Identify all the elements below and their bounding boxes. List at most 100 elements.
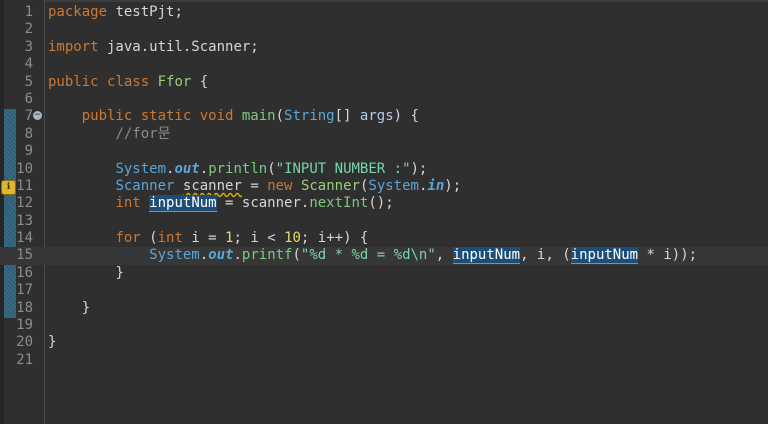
string-literal: "%d * %d = %d\n" bbox=[300, 247, 436, 264]
brace: { bbox=[199, 73, 209, 90]
keyword: public bbox=[48, 73, 99, 90]
keyword: int bbox=[115, 195, 141, 212]
code-line-10[interactable]: 10 System.out.println("INPUT NUMBER :"); bbox=[0, 161, 768, 178]
punct: = bbox=[241, 177, 268, 194]
line-number: 8 bbox=[24, 125, 33, 142]
class-ref: System bbox=[149, 247, 200, 264]
code-line-2[interactable]: 2 bbox=[0, 21, 768, 38]
static-field: out bbox=[174, 160, 200, 177]
class-name: Scanner bbox=[300, 177, 360, 194]
line-number: 19 bbox=[16, 317, 33, 334]
code-line-20[interactable]: 20} bbox=[0, 334, 768, 351]
class-name: Ffor bbox=[157, 73, 192, 90]
class-ref: System bbox=[115, 160, 167, 177]
highlighted-variable[interactable]: inputNum bbox=[570, 247, 639, 265]
code-line-18[interactable]: 18 } bbox=[0, 300, 768, 317]
code-line-4[interactable]: 4 bbox=[0, 56, 768, 73]
code-line-6[interactable]: 6 bbox=[0, 91, 768, 108]
method-name: main bbox=[241, 108, 276, 125]
code-line-11[interactable]: 11 Scanner scanner = new Scanner(System.… bbox=[0, 178, 768, 195]
keyword: int bbox=[157, 230, 183, 247]
punct: ( bbox=[267, 160, 276, 177]
static-field: in bbox=[427, 177, 445, 194]
line-number: 11 bbox=[16, 177, 33, 194]
punct: ( bbox=[140, 230, 158, 247]
line-number: 6 bbox=[24, 90, 33, 107]
line-number: 16 bbox=[16, 264, 33, 281]
static-field: out bbox=[208, 247, 234, 264]
code-line-14[interactable]: 14 for (int i = 1; i < 10; i++) { bbox=[0, 230, 768, 247]
code-line-16[interactable]: 16 } bbox=[0, 265, 768, 282]
line-number: 17 bbox=[16, 282, 33, 299]
punct: ); bbox=[410, 160, 428, 177]
keyword: for bbox=[115, 230, 141, 247]
class-ref: System bbox=[368, 177, 419, 194]
code-text: java.util.Scanner; bbox=[98, 38, 259, 55]
punct: (); bbox=[368, 195, 394, 212]
editor-top-border bbox=[0, 0, 768, 2]
punct: ( bbox=[292, 247, 301, 264]
string-literal: "INPUT NUMBER :" bbox=[275, 160, 411, 177]
punct: , bbox=[435, 247, 453, 264]
keyword: import bbox=[48, 38, 99, 55]
punct: ; i < bbox=[233, 230, 285, 247]
code-line-8[interactable]: 8 //for문 bbox=[0, 126, 768, 143]
line-number: 10 bbox=[16, 160, 33, 177]
type-name: String bbox=[284, 108, 335, 125]
comment: //for문 bbox=[115, 125, 171, 142]
punct: , i, ( bbox=[520, 247, 571, 264]
punct: i = bbox=[182, 230, 226, 247]
method-name: println bbox=[208, 160, 268, 177]
method-name: printf bbox=[241, 247, 293, 264]
line-number: 4 bbox=[24, 56, 33, 73]
number-literal: 10 bbox=[284, 230, 301, 247]
keyword: package bbox=[48, 4, 108, 20]
code-area[interactable]: 1 package testPjt; 2 3 import java.util.Sc… bbox=[0, 4, 768, 369]
code-text: testPjt; bbox=[107, 4, 183, 20]
code-line-3[interactable]: 3 import java.util.Scanner; bbox=[0, 39, 768, 56]
line-number: 13 bbox=[16, 212, 33, 229]
code-line-1[interactable]: 1 package testPjt; bbox=[0, 4, 768, 21]
parameter: args bbox=[359, 108, 394, 125]
line-number: 2 bbox=[24, 21, 33, 38]
code-line-7[interactable]: 7 public static void main(String[] args)… bbox=[0, 108, 768, 125]
line-number: 21 bbox=[16, 351, 33, 368]
punct: ; i++) { bbox=[300, 230, 369, 247]
punct: . bbox=[199, 160, 209, 177]
type-name: Scanner bbox=[115, 177, 175, 194]
brace: } bbox=[115, 264, 124, 281]
punct: ( bbox=[275, 108, 285, 125]
line-number: 9 bbox=[24, 143, 33, 160]
line-number: 18 bbox=[16, 299, 33, 316]
line-number: 14 bbox=[16, 230, 33, 247]
code-editor[interactable]: − ℹ 1 package testPjt; 2 3 import java.uti… bbox=[0, 0, 768, 424]
code-line-12[interactable]: 12 int inputNum = scanner.nextInt(); bbox=[0, 195, 768, 213]
line-number: 3 bbox=[24, 38, 33, 55]
code-line-19[interactable]: 19 bbox=[0, 317, 768, 334]
line-number: 7 bbox=[24, 108, 33, 125]
line-number: 12 bbox=[16, 195, 33, 212]
keyword: new bbox=[267, 177, 293, 194]
highlighted-variable[interactable]: inputNum bbox=[452, 247, 521, 265]
punct: ) { bbox=[393, 108, 419, 125]
code-line-17[interactable]: 17 bbox=[0, 282, 768, 299]
code-line-15-current[interactable]: 15 System.out.printf("%d * %d = %d\n", i… bbox=[0, 247, 768, 265]
line-number: 20 bbox=[16, 334, 33, 351]
punct: . bbox=[233, 247, 242, 264]
code-line-9[interactable]: 9 bbox=[0, 143, 768, 160]
method-name: nextInt bbox=[309, 195, 369, 212]
variable-warning[interactable]: scanner bbox=[183, 178, 242, 194]
line-number: 15 bbox=[16, 247, 33, 264]
line-number: 5 bbox=[24, 73, 33, 90]
keyword: public static void bbox=[81, 108, 234, 125]
punct: [] bbox=[334, 108, 352, 125]
keyword: class bbox=[107, 73, 150, 90]
code-line-21[interactable]: 21 bbox=[0, 352, 768, 369]
highlighted-variable[interactable]: inputNum bbox=[149, 195, 217, 213]
punct: . bbox=[199, 247, 209, 264]
brace: } bbox=[81, 299, 91, 316]
punct: ); bbox=[444, 177, 462, 194]
line-number: 1 bbox=[24, 4, 33, 20]
code-line-5[interactable]: 5 public class Ffor { bbox=[0, 74, 768, 91]
code-line-13[interactable]: 13 bbox=[0, 213, 768, 230]
